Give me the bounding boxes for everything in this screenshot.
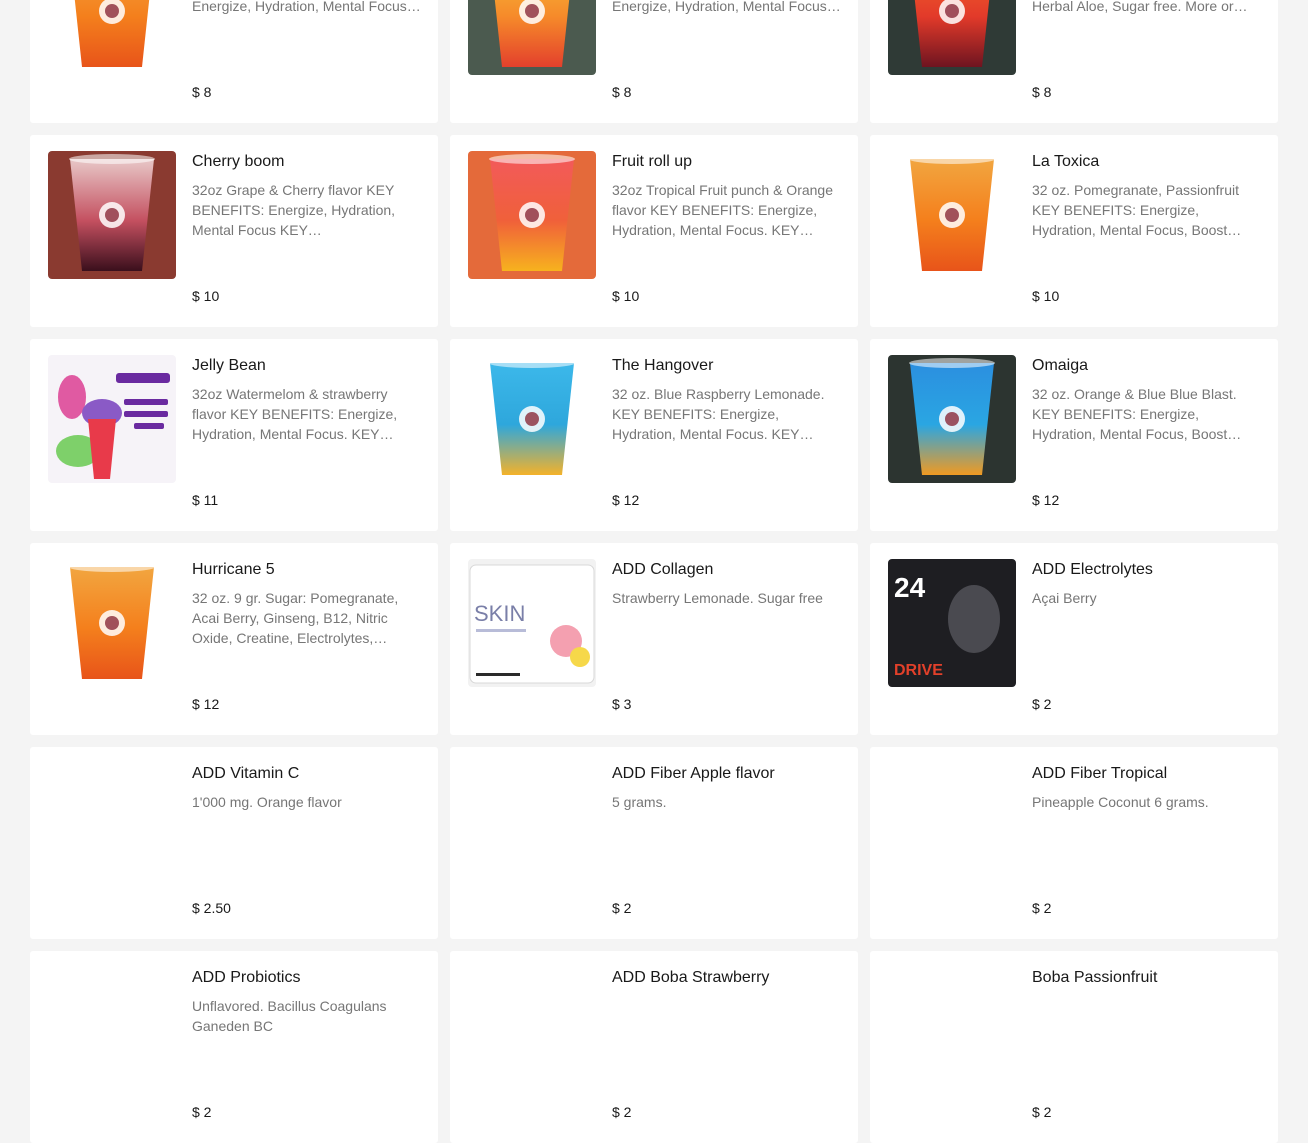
menu-item-price: $ 2 (612, 900, 632, 916)
menu-item-thumbnail (888, 355, 1016, 483)
menu-item-name: ADD Electrolytes (1032, 561, 1153, 578)
menu-item-card[interactable]: ADD Fiber Apple flavor 5 grams. $ 2 (450, 747, 858, 939)
menu-item-card[interactable]: Blue Raspberry. KEY BENEFITS: Energize, … (450, 0, 858, 123)
menu-item-card[interactable]: Jelly Bean 32oz Watermelom & strawberry f… (30, 339, 438, 531)
menu-item-card[interactable]: Hurricane 5 32 oz. 9 gr. Sugar: Pomegrana… (30, 543, 438, 735)
svg-text:SKIN: SKIN (474, 601, 525, 626)
menu-item-card[interactable]: ADD Vitamin C 1'000 mg. Orange flavor $ 2.… (30, 747, 438, 939)
menu-item-thumbnail (468, 0, 596, 75)
menu-item-price: $ 10 (1032, 288, 1060, 304)
menu-item-card[interactable]: Boba Passionfruit $ 2 (870, 951, 1278, 1143)
menu-item-card[interactable]: Watermelon. KEY BENEFITS: Energize, Hydr… (30, 0, 438, 123)
menu-item-name: Fruit roll up (612, 153, 693, 170)
menu-item-price: $ 12 (192, 696, 220, 712)
menu-item-thumbnail (48, 151, 176, 279)
menu-item-description: Blue Raspberry. KEY BENEFITS: Energize, … (612, 0, 841, 14)
menu-item-card[interactable]: ADD Probiotics Unflavored. Bacillus Coagu… (30, 951, 438, 1143)
menu-item-thumbnail (888, 151, 1016, 279)
menu-item-thumbnail (888, 0, 1016, 75)
menu-item-price: $ 12 (1032, 492, 1060, 508)
menu-item-price: $ 2 (612, 1104, 632, 1120)
menu-item-description: 32oz Grape & Cherry flavor KEY BENEFITS:… (192, 182, 396, 238)
menu-item-card[interactable]: Cherry boom 32oz Grape & Cherry flavor KE… (30, 135, 438, 327)
menu-item-price: $ 12 (612, 492, 640, 508)
menu-item-description: 32oz Tropical Fruit punch & Orange flavo… (612, 182, 834, 238)
menu-item-card[interactable]: Fruit roll up 32oz Tropical Fruit punch &… (450, 135, 858, 327)
menu-item-description: Caffeine Ginseng, B12, Guarana, Herbal A… (1032, 0, 1248, 14)
menu-item-price: $ 2.50 (192, 900, 231, 916)
menu-item-description: 32 oz. Pomegranate, Passionfruit KEY BEN… (1032, 182, 1242, 238)
menu-item-card[interactable]: SKIN ADD Collagen Strawberry Lemonade. Sug… (450, 543, 858, 735)
menu-item-name: ADD Probiotics (192, 969, 301, 986)
menu-item-thumbnail: 24 DRIVE (888, 559, 1016, 687)
menu-item-thumbnail (468, 355, 596, 483)
menu-item-description: 5 grams. (612, 794, 667, 810)
menu-item-description: Açai Berry (1032, 590, 1097, 606)
menu-item-price: $ 10 (612, 288, 640, 304)
svg-text:DRIVE: DRIVE (894, 662, 943, 679)
menu-item-description: 32 oz. 9 gr. Sugar: Pomegranate, Acai Be… (192, 590, 399, 646)
menu-item-price: $ 10 (192, 288, 220, 304)
menu-item-card[interactable]: Omaiga 32 oz. Orange & Blue Blue Blast. K… (870, 339, 1278, 531)
menu-item-description: Unflavored. Bacillus Coagulans Ganeden B… (192, 998, 387, 1034)
menu-item-thumbnail (468, 151, 596, 279)
menu-item-price: $ 3 (612, 696, 632, 712)
menu-item-description: 32 oz. Blue Raspberry Lemonade. KEY BENE… (612, 386, 825, 442)
menu-item-card[interactable]: 24 DRIVE ADD Electrolytes Açai Berry $ 2 (870, 543, 1278, 735)
menu-item-thumbnail: SKIN (468, 559, 596, 687)
menu-item-price: $ 8 (192, 84, 212, 100)
menu-item-name: The Hangover (612, 357, 714, 374)
menu-item-price: $ 2 (1032, 696, 1052, 712)
menu-item-description: Strawberry Lemonade. Sugar free (612, 590, 823, 606)
menu-item-card[interactable]: La Toxica 32 oz. Pomegranate, Passionfrui… (870, 135, 1278, 327)
menu-item-card[interactable]: Caffeine Ginseng, B12, Guarana, Herbal A… (870, 0, 1278, 123)
menu-item-name: ADD Fiber Apple flavor (612, 765, 775, 782)
menu-item-name: Cherry boom (192, 153, 285, 170)
menu-item-price: $ 2 (192, 1104, 212, 1120)
menu-item-name: ADD Collagen (612, 561, 714, 578)
menu-item-price: $ 2 (1032, 1104, 1052, 1120)
menu-item-thumbnail (48, 559, 176, 687)
menu-item-description: 1'000 mg. Orange flavor (192, 794, 342, 810)
menu-item-thumbnail (48, 355, 176, 483)
menu-item-description: 32oz Watermelom & strawberry flavor KEY … (192, 386, 398, 442)
menu-item-card[interactable]: ADD Boba Strawberry $ 2 (450, 951, 858, 1143)
menu-item-card[interactable]: ADD Fiber Tropical Pineapple Coconut 6 gr… (870, 747, 1278, 939)
menu-item-price: $ 2 (1032, 900, 1052, 916)
svg-text:24: 24 (894, 572, 926, 603)
menu-item-name: Boba Passionfruit (1032, 969, 1158, 986)
menu-item-name: ADD Fiber Tropical (1032, 765, 1168, 782)
menu-item-description: Watermelon. KEY BENEFITS: Energize, Hydr… (192, 0, 421, 14)
menu-item-price: $ 8 (612, 84, 632, 100)
menu-item-name: Jelly Bean (192, 357, 266, 374)
menu-item-thumbnail (48, 0, 176, 75)
menu-item-card[interactable]: The Hangover 32 oz. Blue Raspberry Lemona… (450, 339, 858, 531)
menu-item-price: $ 11 (192, 492, 219, 508)
menu-item-description: Pineapple Coconut 6 grams. (1032, 794, 1209, 810)
menu-item-description: 32 oz. Orange & Blue Blue Blast. KEY BEN… (1032, 386, 1242, 442)
menu-item-grid: Watermelon. KEY BENEFITS: Energize, Hydr… (30, 0, 1278, 1143)
menu-item-price: $ 8 (1032, 84, 1052, 100)
menu-item-name: ADD Boba Strawberry (612, 969, 770, 986)
menu-item-name: La Toxica (1032, 153, 1100, 170)
menu-item-name: Hurricane 5 (192, 561, 275, 578)
menu-item-name: Omaiga (1032, 357, 1089, 374)
menu-item-name: ADD Vitamin C (192, 765, 300, 782)
